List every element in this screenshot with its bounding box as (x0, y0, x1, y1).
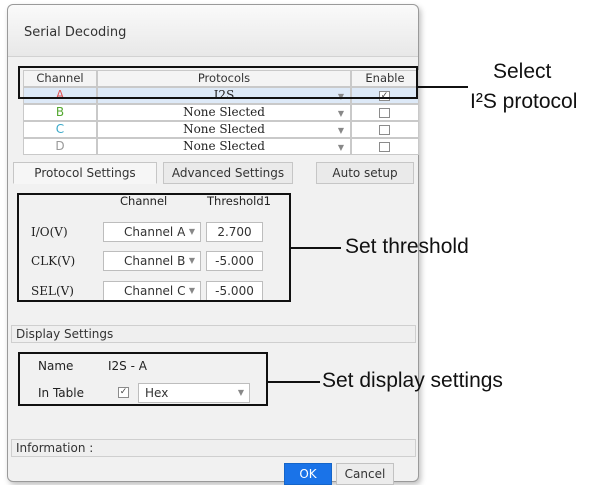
annotation-line (291, 247, 341, 249)
channel-label: D (55, 139, 65, 153)
annotation-box-protocol (18, 66, 418, 99)
dropdown-arrow-icon: ▼ (337, 126, 344, 135)
protocol-select[interactable]: None Slected ▼ (97, 121, 351, 138)
annotation-select-label: Select (493, 60, 552, 83)
enable-checkbox[interactable] (379, 125, 390, 135)
ok-button[interactable]: OK (284, 463, 332, 485)
dropdown-arrow-icon: ▼ (337, 109, 344, 118)
enable-checkbox[interactable] (379, 108, 390, 118)
dropdown-arrow-icon: ▼ (337, 143, 344, 152)
annotation-protocol-label: I²S protocol (470, 90, 578, 113)
protocol-select[interactable]: None Slected ▼ (97, 138, 351, 155)
information-box: Information : (11, 439, 416, 457)
display-settings-header: Display Settings (11, 325, 416, 343)
table-row[interactable]: D None Slected ▼ (23, 138, 419, 155)
dialog-title: Serial Decoding (24, 25, 127, 40)
table-row[interactable]: C None Slected ▼ (23, 121, 419, 138)
tab-protocol-settings[interactable]: Protocol Settings (13, 162, 157, 184)
title-bar: Serial Decoding (8, 5, 418, 57)
annotation-display-label: Set display settings (322, 369, 503, 392)
protocol-value: None Slected (183, 139, 265, 153)
table-row[interactable]: B None Slected ▼ (23, 104, 419, 121)
protocol-value: None Slected (183, 105, 265, 119)
enable-checkbox[interactable] (379, 142, 390, 152)
tab-auto-setup[interactable]: Auto setup (316, 162, 414, 184)
protocol-select[interactable]: None Slected ▼ (97, 104, 351, 121)
tab-advanced-settings[interactable]: Advanced Settings (163, 162, 293, 184)
channel-label: B (55, 105, 65, 119)
annotation-box-threshold (17, 193, 291, 302)
annotation-line (268, 381, 320, 383)
annotation-box-display (18, 352, 268, 406)
annotation-line (418, 86, 468, 88)
channel-label: C (55, 122, 65, 136)
annotation-threshold-label: Set threshold (345, 235, 469, 258)
cancel-button[interactable]: Cancel (336, 463, 394, 485)
protocol-value: None Slected (183, 122, 265, 136)
